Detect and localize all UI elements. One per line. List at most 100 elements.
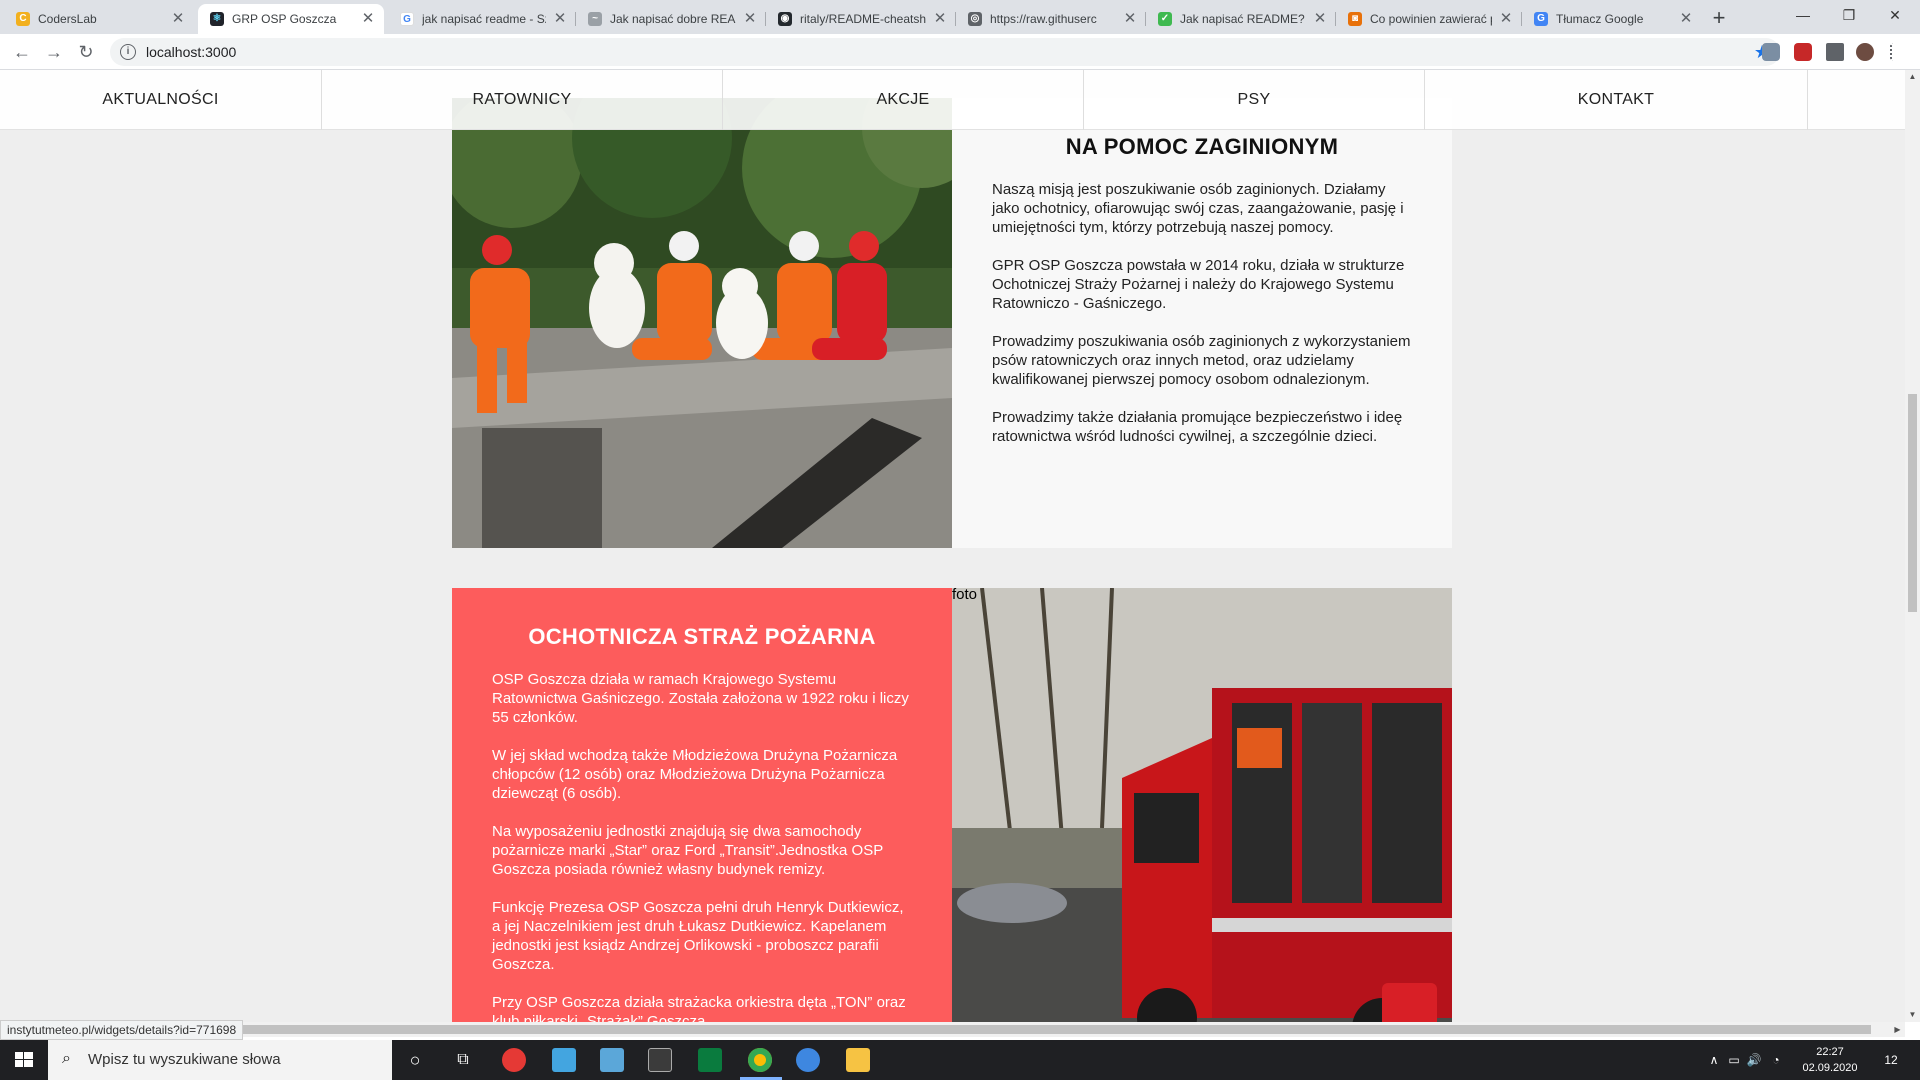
wifi-icon[interactable]: ◔ (1768, 1040, 1784, 1080)
tab-jak-napisac-dobre[interactable]: ~ Jak napisać dobre READ ✕ (576, 4, 766, 34)
app-icon[interactable] (502, 1048, 526, 1072)
profile-avatar[interactable] (1856, 43, 1874, 61)
scroll-down-arrow-icon[interactable]: ▼ (1905, 1008, 1920, 1022)
tab-coderslab[interactable]: C CodersLab ✕ (4, 4, 194, 34)
osp-section: OCHOTNICZA STRAŻ POŻARNA OSP Goszcza dzi… (452, 588, 1452, 1022)
tab-grp-osp-goszcza[interactable]: ⚛ GRP OSP Goszcza ✕ (198, 4, 384, 34)
nav-item-ratownicy[interactable]: RATOWNICY (322, 70, 722, 130)
nav-item-akcje[interactable]: AKCJE (723, 70, 1083, 130)
tab-label: GRP OSP Goszcza (232, 12, 337, 26)
close-tab-icon[interactable]: ✕ (1498, 4, 1514, 34)
chrome-icon[interactable] (748, 1048, 772, 1072)
browser-toolbar: ← → ↻ i localhost:3000 ★ (0, 34, 1920, 70)
windows-start-button[interactable] (0, 1040, 48, 1080)
osp-paragraph: W jej skład wchodzą także Młodzieżowa Dr… (492, 747, 898, 802)
mission-section: NA POMOC ZAGINIONYM Naszą misją jest pos… (452, 98, 1452, 548)
cortana-icon[interactable]: ○ (400, 1040, 430, 1080)
new-tab-button[interactable]: + (1705, 5, 1733, 33)
address-bar[interactable]: i localhost:3000 ★ (110, 38, 1780, 66)
fire-truck-photo: foto (952, 588, 1452, 1022)
globe-favicon-icon: ◎ (968, 12, 982, 26)
windows-taskbar: ⌕ Wpisz tu wyszukiwane słowa ○ ⧉ ∧ ▭ 🔊 ◔… (0, 1040, 1920, 1080)
tab-label: Jak napisać dobre READ (610, 12, 736, 26)
file-explorer-icon[interactable] (846, 1048, 870, 1072)
nav-item-aktualnosci[interactable]: AKTUALNOŚCI (0, 70, 321, 130)
tab-label: jak napisać readme - Sz (422, 12, 546, 26)
tab-google-translate[interactable]: G Tłumacz Google ✕ (1522, 4, 1702, 34)
mission-paragraph: Naszą misją jest poszukiwanie osób zagin… (992, 181, 1404, 236)
scroll-up-arrow-icon[interactable]: ▲ (1905, 70, 1920, 84)
close-tab-icon[interactable]: ✕ (1122, 4, 1138, 34)
notification-count-badge: 12 (1884, 1053, 1898, 1067)
tab-label: ritaly/README-cheatsh (800, 12, 926, 26)
extension-icon[interactable] (1762, 43, 1780, 61)
page-viewport: NA POMOC ZAGINIONYM Naszą misją jest pos… (0, 70, 1905, 1022)
battery-icon[interactable]: ▭ (1726, 1040, 1742, 1080)
nav-item-kontakt[interactable]: KONTAKT (1425, 70, 1807, 130)
tray-chevron-icon[interactable]: ∧ (1706, 1040, 1722, 1080)
osp-paragraph: Funkcję Prezesa OSP Goszcza pełni druh H… (492, 899, 904, 973)
system-clock[interactable]: 22:27 02.09.2020 (1795, 1044, 1865, 1076)
tab-co-powinien-zawierac[interactable]: ◙ Co powinien zawierać p ✕ (1336, 4, 1522, 34)
translate-favicon-icon: G (1534, 12, 1548, 26)
mission-text-panel: NA POMOC ZAGINIONYM Naszą misją jest pos… (952, 98, 1452, 548)
tab-label: Jak napisać README? - (1180, 12, 1306, 26)
notifications-icon[interactable]: 12 (1876, 1040, 1906, 1080)
generic-favicon-icon: ~ (588, 12, 602, 26)
scroll-right-arrow-icon[interactable]: ▶ (1890, 1022, 1905, 1037)
horizontal-scrollbar-thumb[interactable] (16, 1025, 1871, 1034)
tab-label: Co powinien zawierać p (1370, 12, 1492, 26)
blog-favicon-icon: ◙ (1348, 12, 1362, 26)
osp-paragraph: OSP Goszcza działa w ramach Krajowego Sy… (492, 671, 909, 726)
site-info-icon[interactable]: i (120, 44, 136, 60)
terminal-icon[interactable] (648, 1048, 672, 1072)
link-status-bubble: instytutmeteo.pl/widgets/details?id=7716… (0, 1020, 244, 1040)
clock-time: 22:27 (1816, 1046, 1844, 1058)
mission-paragraph: Prowadzimy także działania promujące bez… (992, 409, 1403, 445)
url-text[interactable]: localhost:3000 (146, 38, 236, 66)
nav-divider (1807, 70, 1808, 130)
tab-label: https://raw.githuserc (990, 12, 1097, 26)
tab-label: Tłumacz Google (1556, 12, 1644, 26)
close-tab-icon[interactable]: ✕ (1678, 4, 1694, 34)
google-favicon-icon: G (400, 12, 414, 26)
volume-icon[interactable]: 🔊 (1746, 1040, 1762, 1080)
search-placeholder[interactable]: Wpisz tu wyszukiwane słowa (88, 1040, 281, 1080)
osp-heading: OCHOTNICZA STRAŻ POŻARNA (528, 624, 876, 649)
reload-icon[interactable]: ↻ (72, 38, 100, 66)
close-window-button[interactable]: ✕ (1872, 0, 1918, 30)
vertical-scrollbar-thumb[interactable] (1908, 394, 1917, 612)
osp-paragraph: Na wyposażeniu jednostki znajdują się dw… (492, 823, 883, 878)
tab-google-readme[interactable]: G jak napisać readme - Sz ✕ (388, 4, 576, 34)
tab-label: CodersLab (38, 12, 97, 26)
close-tab-icon[interactable]: ✕ (170, 4, 186, 34)
tab-readme-cheatsheet[interactable]: ◉ ritaly/README-cheatsh ✕ (766, 4, 956, 34)
horizontal-scrollbar[interactable]: ◀ ▶ (0, 1022, 1905, 1037)
forward-arrow-icon[interactable]: → (40, 38, 68, 66)
tab-raw-githubusercontent[interactable]: ◎ https://raw.githuserc ✕ (956, 4, 1146, 34)
mission-paragraph: Prowadzimy poszukiwania osób zaginionych… (992, 333, 1411, 388)
osp-paragraph: Przy OSP Goszcza działa strażacka orkies… (492, 994, 906, 1022)
nav-item-psy[interactable]: PSY (1084, 70, 1424, 130)
close-tab-icon[interactable]: ✕ (360, 4, 376, 34)
extension-icon[interactable] (1794, 43, 1812, 61)
back-arrow-icon[interactable]: ← (8, 38, 36, 66)
close-tab-icon[interactable]: ✕ (552, 4, 568, 34)
app-icon[interactable] (796, 1048, 820, 1072)
close-tab-icon[interactable]: ✕ (1312, 4, 1328, 34)
calculator-icon[interactable] (552, 1048, 576, 1072)
close-tab-icon[interactable]: ✕ (742, 4, 758, 34)
vertical-scrollbar[interactable]: ▲ ▼ (1905, 70, 1920, 1022)
close-tab-icon[interactable]: ✕ (932, 4, 948, 34)
webstorm-icon[interactable] (698, 1048, 722, 1072)
tab-jak-napisac-readme[interactable]: ✓ Jak napisać README? - ✕ (1146, 4, 1336, 34)
rescuers-with-dogs-photo (452, 98, 952, 548)
minimize-window-button[interactable]: — (1780, 0, 1826, 30)
clock-date: 02.09.2020 (1802, 1062, 1858, 1074)
menu-kebab-icon[interactable] (1890, 43, 1896, 61)
taskbar-search-box[interactable]: ⌕ Wpisz tu wyszukiwane słowa (48, 1040, 392, 1080)
restore-window-button[interactable]: ❐ (1826, 0, 1872, 30)
extensions-puzzle-icon[interactable] (1826, 43, 1844, 61)
app-icon[interactable] (600, 1048, 624, 1072)
task-view-icon[interactable]: ⧉ (448, 1040, 478, 1080)
